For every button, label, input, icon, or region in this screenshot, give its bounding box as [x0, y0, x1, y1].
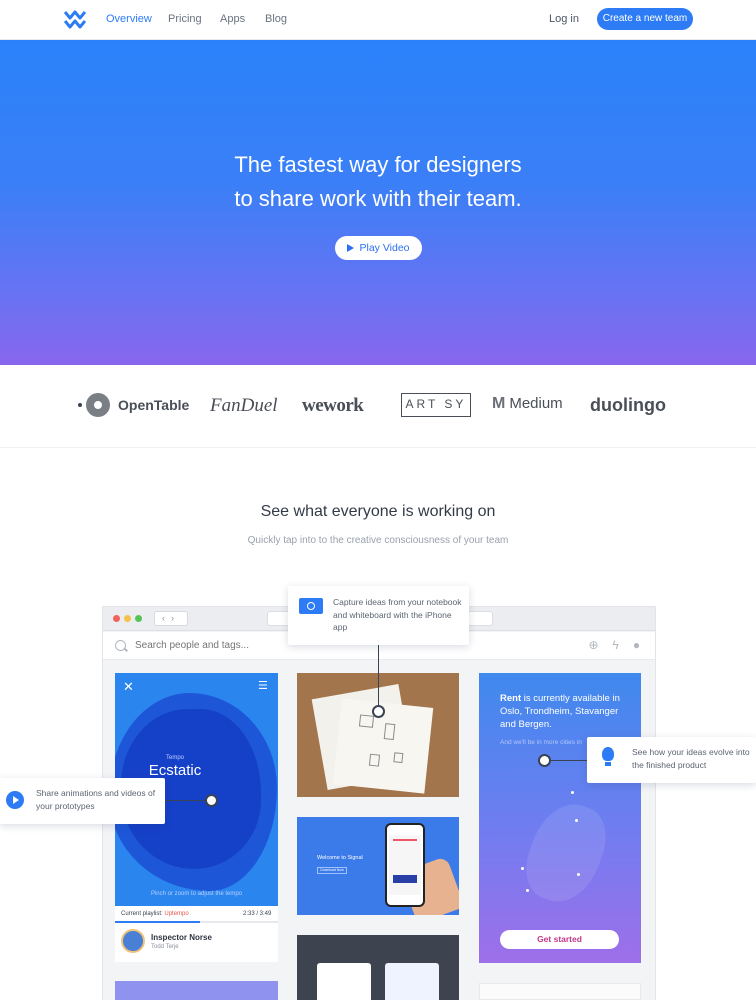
evolve-callout-text: See how your ideas evolve into the finis…: [632, 747, 750, 770]
hero-headline-line1: The fastest way for designers: [234, 152, 522, 177]
top-nav: Overview Pricing Apps Blog Log in Create…: [0, 0, 756, 40]
hotspot-dot[interactable]: [205, 794, 218, 807]
signal-download-button: Download Now: [317, 867, 347, 874]
capture-callout-text: Capture ideas from your notebook and whi…: [333, 597, 462, 632]
connector-line: [550, 760, 587, 761]
capture-callout: Capture ideas from your notebook and whi…: [288, 586, 469, 645]
medium-logo: M Medium: [492, 395, 563, 413]
user-icon[interactable]: ●: [630, 639, 643, 652]
rent-brand: Rent: [500, 693, 522, 704]
signal-title: Welcome to Signal: [317, 855, 363, 861]
section-title: See what everyone is working on: [260, 503, 496, 520]
nav-apps[interactable]: Apps: [220, 13, 245, 25]
medium-logo-text: Medium: [509, 395, 563, 412]
partial-card: [115, 981, 278, 1000]
tempo-hint: Pinch or zoom to adjust the tempo: [150, 891, 243, 897]
phone-image: [385, 823, 425, 907]
duolingo-logo: duolingo: [590, 395, 666, 415]
track-progress: [115, 921, 278, 923]
connector-line: [378, 645, 379, 707]
hotspot-dot[interactable]: [538, 754, 551, 767]
hero-headline-line2: to share work with their team.: [234, 186, 522, 211]
dark-screens-card[interactable]: [297, 935, 459, 1000]
share-callout-text: Share animations and videos of your prot…: [36, 788, 156, 811]
partial-card: [479, 983, 641, 1000]
mini-screen: [317, 963, 371, 1000]
wework-logo: wework: [302, 395, 364, 416]
hero-headline: The fastest way for designers to share w…: [0, 148, 756, 216]
track-time: 2:33 / 3:49: [243, 911, 272, 917]
minimize-dot-icon: [124, 615, 131, 622]
customer-logos: OpenTable FanDuel wework ART SY M Medium …: [0, 365, 756, 448]
opentable-logo-text: OpenTable: [118, 397, 190, 413]
playlist-name: Uptempo: [164, 911, 189, 917]
brand-logo-icon[interactable]: [64, 10, 86, 30]
evolve-callout: See how your ideas evolve into the finis…: [587, 737, 756, 783]
play-video-button[interactable]: Play Video: [335, 236, 422, 260]
hotspot-dot[interactable]: [372, 705, 385, 718]
hero-section: The fastest way for designers to share w…: [0, 40, 756, 365]
tempo-label: Tempo: [165, 755, 184, 761]
connector-line: [165, 800, 205, 801]
mini-screen: [385, 963, 439, 1000]
section-subtitle: Quickly tap into to the creative conscio…: [247, 535, 509, 546]
current-playlist: Current playlist: Uptempo: [121, 911, 189, 917]
menu-icon: ☰: [258, 680, 268, 692]
camera-icon: [299, 598, 323, 614]
rent-description: Rent is currently available in Oslo, Tro…: [500, 692, 626, 731]
maximize-dot-icon: [135, 615, 142, 622]
playlist-prefix: Current playlist:: [121, 911, 163, 917]
norway-map: [499, 773, 619, 912]
play-video-label: Play Video: [359, 242, 410, 254]
signal-app-card[interactable]: Welcome to Signal Download Now: [297, 817, 459, 915]
share-callout: Share animations and videos of your prot…: [0, 778, 165, 824]
nav-overview[interactable]: Overview: [106, 13, 152, 25]
lightning-icon[interactable]: ϟ: [609, 639, 622, 652]
play-icon: [347, 244, 355, 252]
nav-blog[interactable]: Blog: [265, 13, 287, 25]
add-icon[interactable]: ⊕: [587, 639, 600, 652]
close-dot-icon: [113, 615, 120, 622]
search-icon: [115, 640, 126, 651]
rent-card[interactable]: Rent is currently available in Oslo, Tro…: [479, 673, 641, 963]
nav-pricing[interactable]: Pricing: [168, 13, 202, 25]
get-started-button[interactable]: Get started: [500, 930, 619, 949]
close-icon: ✕: [123, 679, 134, 694]
back-forward-icon: ‹›: [154, 611, 188, 626]
album-avatar: [121, 929, 145, 953]
lightbulb-icon: [602, 747, 614, 766]
login-link[interactable]: Log in: [549, 13, 579, 25]
artsy-logo: ART SY: [401, 393, 471, 417]
medium-m-icon: M: [492, 395, 506, 412]
fanduel-logo: FanDuel: [210, 395, 278, 416]
song-artist: Todd Terje: [151, 944, 179, 950]
song-title: Inspector Norse: [151, 933, 212, 942]
create-team-button[interactable]: Create a new team: [597, 8, 693, 30]
tempo-word: Ecstatic: [148, 762, 202, 779]
play-circle-icon: [6, 791, 24, 809]
